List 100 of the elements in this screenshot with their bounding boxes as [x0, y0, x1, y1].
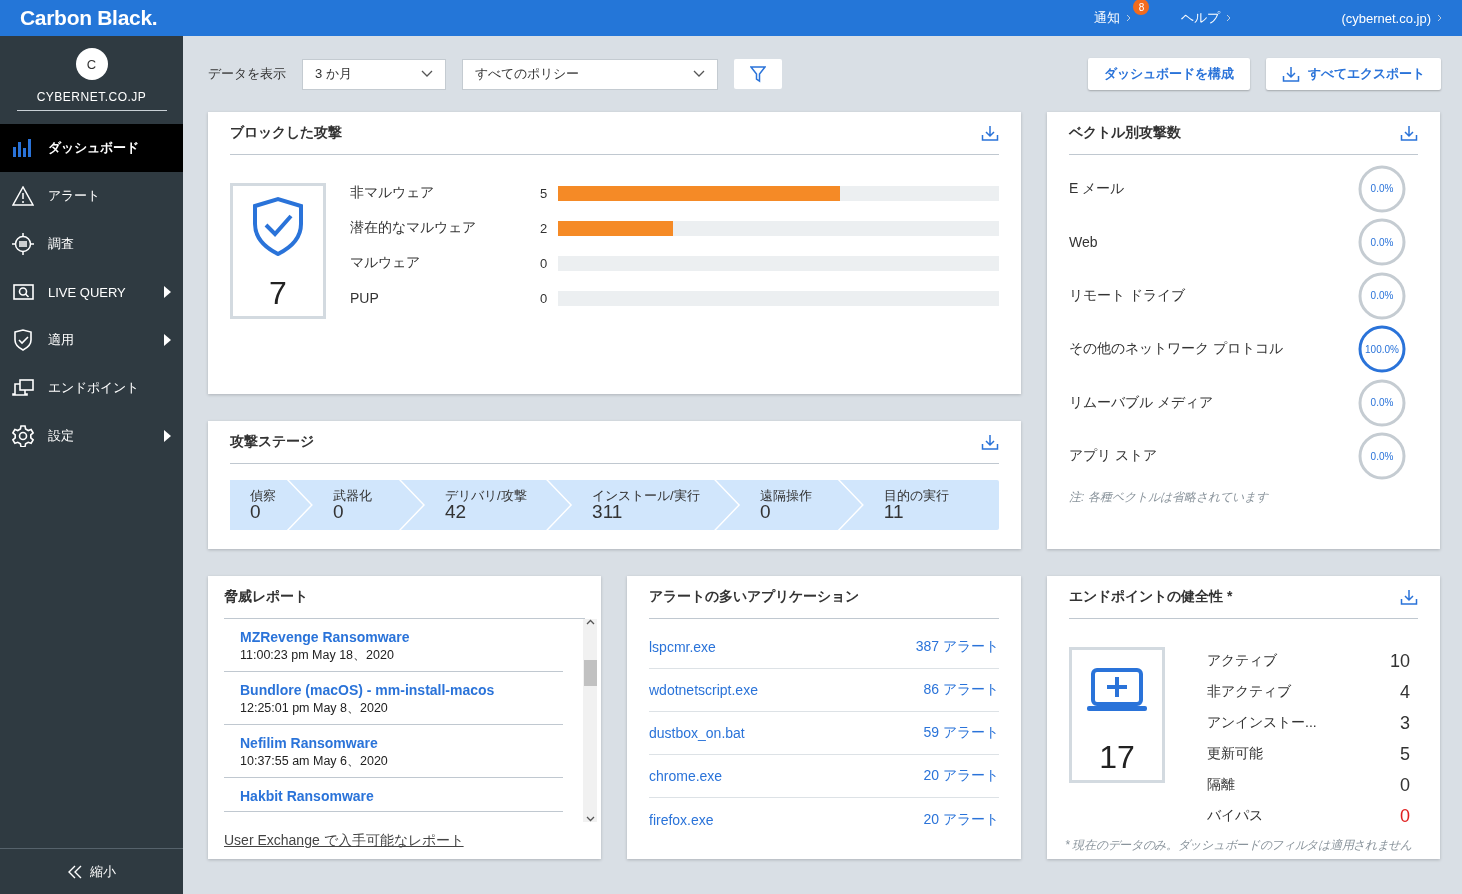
total-count: 7 [269, 275, 287, 312]
stage-label: デリバリ/攻撃 [445, 489, 528, 502]
percent-value: 0.0% [1369, 289, 1395, 304]
export-button[interactable]: すべてエクスポート [1266, 58, 1441, 90]
status-label: 非アクティブ [1207, 683, 1291, 701]
bar-count: 5 [540, 185, 549, 201]
download-button[interactable] [1400, 588, 1418, 606]
bar-label: マルウェア [350, 254, 421, 272]
reports-link[interactable]: User Exchange で入手可能なレポート [224, 832, 585, 850]
status-count: 0 [1400, 805, 1410, 827]
stage-label: 武器化 [332, 489, 373, 502]
filter-button[interactable] [734, 59, 782, 89]
footnote: 注: 各種ベクトルは省略されています [1069, 489, 1270, 506]
bar-count: 0 [540, 290, 549, 306]
percent-value: 0.0% [1369, 235, 1395, 250]
app-link[interactable]: dustbox_on.bat [649, 725, 745, 741]
download-icon [981, 124, 999, 142]
target-icon [12, 233, 34, 255]
sidebar-item[interactable]: 調査 [0, 220, 183, 268]
stage-count: 0 [332, 502, 344, 521]
configure-button[interactable]: ダッシュボードを構成 [1088, 58, 1250, 90]
laptop-plus-icon [1087, 668, 1147, 712]
download-button[interactable] [1400, 124, 1418, 142]
alert-count-link[interactable]: 20 アラート [923, 810, 999, 829]
settings-icon [12, 425, 34, 447]
download-button[interactable] [981, 433, 999, 451]
header-link[interactable]: 通知 [1094, 9, 1132, 27]
chevron-right-icon [1226, 14, 1232, 22]
download-button[interactable] [981, 124, 999, 142]
sidebar-item[interactable]: LIVE QUERY [0, 268, 183, 316]
status-count: 3 [1400, 712, 1410, 734]
warning-icon [12, 186, 34, 206]
alert-count-link[interactable]: 86 アラート [923, 681, 999, 699]
chevron-down-icon [693, 70, 705, 78]
download-icon [1400, 124, 1418, 142]
search-window-icon [12, 283, 34, 301]
caret-right-icon [164, 334, 171, 346]
percent-value: 0.0% [1369, 182, 1395, 197]
header-link[interactable]: (cybernet.co.jp) [1341, 10, 1442, 26]
status-count: 10 [1389, 650, 1410, 672]
double-chevron-left-icon [67, 864, 82, 879]
stage-count: 11 [883, 502, 904, 521]
scroll-up-icon [585, 619, 595, 625]
sidebar-item[interactable]: ダッシュボード [0, 124, 183, 172]
status-label: 更新可能 [1207, 745, 1263, 763]
policy-dropdown[interactable]: すべてのポリシー [462, 58, 718, 90]
alert-count-link[interactable]: 59 アラート [923, 724, 999, 742]
threat-time: 12:25:01 pm May 8、2020 [240, 700, 389, 717]
period-dropdown[interactable]: 3 か月 [302, 58, 446, 90]
threat-time: 10:37:55 am May 6、2020 [240, 753, 389, 770]
footnote: * 現在のデータのみ。ダッシュボードのフィルタは適用されません [1065, 837, 1413, 854]
card-title: ベクトル別攻撃数 [1069, 124, 1181, 142]
alert-count-link[interactable]: 20 アラート [923, 767, 999, 785]
status-label: アクティブ [1207, 652, 1277, 670]
caret-right-icon [164, 286, 171, 298]
card-title: 攻撃ステージ [230, 433, 314, 451]
vector-label: その他のネットワーク プロトコル [1069, 340, 1283, 359]
download-icon [1282, 65, 1300, 83]
stage-label: 目的の実行 [883, 489, 950, 502]
threat-link[interactable]: Hakbit Ransomware [240, 788, 563, 804]
app-link[interactable]: lspcmr.exe [649, 639, 716, 655]
chevron-down-icon [421, 70, 433, 78]
threat-link[interactable]: Nefilim Ransomware [240, 735, 563, 751]
bar-label: PUP [350, 290, 380, 306]
bar-count: 2 [540, 220, 549, 236]
sidebar-item[interactable]: 適用 [0, 316, 183, 364]
scrollbar[interactable] [583, 619, 597, 822]
chevron-right-icon [1437, 14, 1442, 22]
stage-count: 42 [445, 502, 467, 521]
bar-count: 0 [540, 255, 549, 271]
bar-chart-icon [12, 139, 34, 157]
shield-check-icon [252, 196, 304, 256]
bar-label: 潜在的なマルウェア [350, 219, 477, 237]
alert-count-link[interactable]: 387 アラート [915, 638, 999, 656]
download-icon [981, 433, 999, 451]
threat-link[interactable]: Bundlore (macOS) - mm-install-macos [240, 682, 563, 698]
scroll-thumb[interactable] [583, 659, 597, 686]
app-link[interactable]: firefox.exe [649, 811, 714, 828]
notification-badge: 8 [1133, 0, 1150, 15]
status-count: 4 [1400, 681, 1410, 703]
vector-label: リモート ドライブ [1069, 286, 1185, 305]
sidebar-item[interactable]: 設定 [0, 412, 183, 460]
org-name: CYBERNET.CO.JP [36, 90, 147, 106]
sidebar-item[interactable]: アラート [0, 172, 183, 220]
stage-count: 0 [760, 502, 771, 521]
sidebar-item[interactable]: エンドポイント [0, 364, 183, 412]
status-label: アンインストー... [1207, 714, 1317, 732]
header-link[interactable]: ヘルプ [1181, 9, 1232, 27]
threat-link[interactable]: MZRevenge Ransomware [240, 629, 563, 645]
logo: Carbon Black. [20, 6, 159, 30]
vector-label: アプリ ストア [1069, 447, 1157, 466]
stage-count: 311 [592, 502, 624, 521]
collapse-button[interactable]: 縮小 [0, 848, 183, 894]
card-title: アラートの多いアプリケーション [649, 588, 859, 606]
total-count: 17 [1099, 739, 1135, 776]
card-title: 脅威レポート [224, 588, 308, 606]
app-link[interactable]: wdotnetscript.exe [649, 682, 758, 698]
vector-label: E メール [1069, 179, 1125, 198]
stage-count: 0 [250, 502, 261, 521]
app-link[interactable]: chrome.exe [649, 768, 723, 784]
